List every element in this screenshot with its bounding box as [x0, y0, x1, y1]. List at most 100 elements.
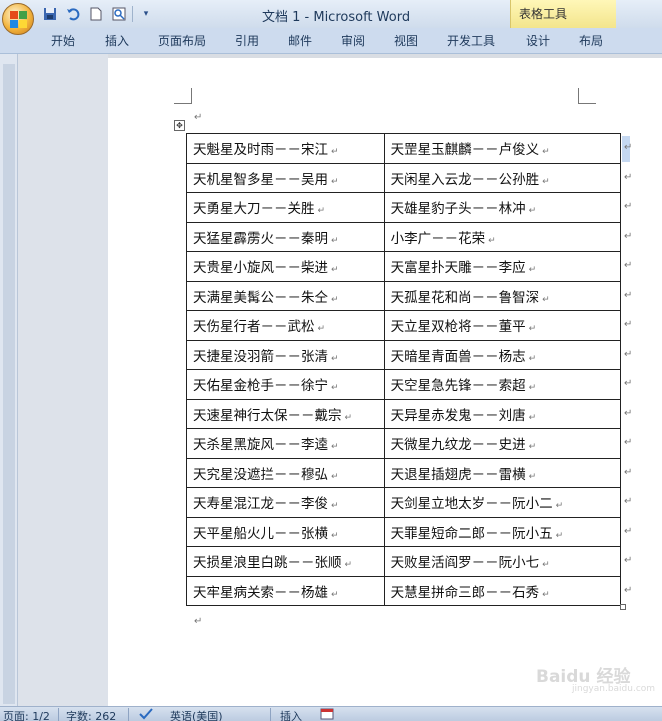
save-icon[interactable] [40, 5, 60, 23]
table-row: 天捷星没羽箭－－张清 ↵ 天暗星青面兽－－杨志 ↵ [186, 339, 622, 370]
cell-end-mark: ↵ [331, 147, 339, 158]
table-cell-left[interactable]: 天机星智多星－－吴用 ↵ [186, 162, 385, 193]
table-cell-left[interactable]: 天捷星没羽箭－－张清 ↵ [186, 339, 385, 370]
row-end-mark: ↵ [624, 260, 633, 271]
cell-text: 天机星智多星－－吴用 [193, 171, 328, 188]
cell-text: 天雄星豹子头－－林冲 [390, 201, 526, 218]
table-cell-left[interactable]: 天损星浪里白跳－－张顺 ↵ [186, 546, 385, 577]
cell-end-mark: ↵ [542, 176, 550, 187]
cell-text: 天慧星拼命三郎－－石秀 [390, 584, 540, 601]
cell-text: 天魁星及时雨－－宋江 [193, 142, 328, 159]
row-end-mark: ↵ [624, 584, 633, 596]
table-cell-right[interactable]: 天微星九纹龙－－史进 ↵ [383, 428, 622, 459]
tab-mailings[interactable]: 邮件 [288, 32, 312, 49]
print-preview-icon[interactable] [109, 5, 129, 23]
hero-table[interactable]: 天魁星及时雨－－宋江 ↵ 天罡星玉麒麟－－卢俊义 ↵ 天机星智多星－－吴用 ↵ 天闲星入云龙… [186, 133, 622, 606]
tab-view[interactable]: 视图 [394, 32, 418, 49]
cell-text: 天勇星大刀－－关胜 [193, 201, 315, 218]
cell-end-mark: ↵ [331, 294, 339, 305]
new-document-icon[interactable] [86, 5, 106, 23]
table-cell-left[interactable]: 天满星美髯公－－朱仝 ↵ [186, 280, 385, 311]
table-move-handle-icon[interactable]: ✥ [174, 120, 185, 131]
table-row: 天机星智多星－－吴用 ↵ 天闲星入云龙－－公孙胜 ↵ [186, 162, 622, 193]
margin-corner-top-right [578, 88, 596, 104]
table-row: 天贵星小旋风－－柴进 ↵ 天富星扑天雕－－李应 ↵ [186, 251, 622, 282]
table-cell-right[interactable]: 天罪星短命二郎－－阮小五 ↵ [383, 516, 622, 547]
cell-text: 天异星赤发鬼－－刘唐 [390, 407, 526, 424]
tab-layout[interactable]: 布局 [579, 32, 603, 49]
row-end-mark: ↵ [624, 171, 633, 183]
quick-access-toolbar: ▾ [40, 4, 156, 24]
table-cell-left[interactable]: 天牢星病关索－－杨雄 ↵ [186, 575, 385, 606]
cell-text: 天败星活阎罗－－阮小七 [390, 555, 540, 572]
document-page[interactable]: ↵ ✥ 天魁星及时雨－－宋江 ↵ 天罡星玉麒麟－－卢俊义 ↵ 天机星智多星－－吴用 ↵ 天闲… [108, 58, 662, 706]
table-cell-left[interactable]: 天勇星大刀－－关胜 ↵ [186, 192, 385, 223]
cell-text: 天捷星没羽箭－－张清 [193, 348, 328, 365]
tab-review[interactable]: 审阅 [341, 32, 365, 49]
tab-references[interactable]: 引用 [235, 32, 259, 49]
table-cell-left[interactable]: 天杀星黑旋风－－李逵 ↵ [186, 428, 385, 459]
cell-text: 天杀星黑旋风－－李逵 [193, 437, 328, 454]
row-end-mark: ↵ [624, 555, 633, 566]
macro-record-icon[interactable] [320, 708, 334, 721]
cell-end-mark: ↵ [555, 501, 564, 512]
cell-text: 天罡星玉麒麟－－卢俊义 [390, 142, 540, 159]
cell-end-mark: ↵ [542, 560, 550, 571]
status-insert-mode[interactable]: 插入 [280, 708, 302, 721]
cell-text: 天伤星行者－－武松 [193, 319, 315, 336]
spelling-check-icon[interactable] [138, 708, 154, 721]
customize-toolbar-icon[interactable]: ▾ [136, 5, 156, 23]
ruler-track [3, 64, 15, 704]
table-cell-right[interactable]: 天败星活阎罗－－阮小七 ↵ [383, 546, 622, 577]
row-end-mark: ↵ [624, 437, 633, 448]
status-language[interactable]: 英语(美国) [170, 708, 223, 721]
table-cell-left[interactable]: 天猛星霹雳火－－秦明 ↵ [186, 221, 385, 252]
table-cell-right[interactable]: 小李广－－花荣 ↵ [383, 221, 622, 252]
table-cell-right[interactable]: 天空星急先锋－－索超 ↵ [383, 369, 622, 400]
table-cell-left[interactable]: 天魁星及时雨－－宋江 ↵ [186, 133, 385, 164]
tab-developer[interactable]: 开发工具 [447, 32, 495, 49]
cell-text: 天贵星小旋风－－柴进 [193, 260, 328, 277]
cell-end-mark: ↵ [331, 589, 339, 600]
tab-page-layout[interactable]: 页面布局 [158, 32, 206, 49]
tab-insert[interactable]: 插入 [105, 32, 129, 49]
table-cell-right[interactable]: 天雄星豹子头－－林冲 ↵ [383, 192, 622, 223]
tab-design[interactable]: 设计 [526, 32, 550, 49]
cell-end-mark: ↵ [331, 176, 339, 187]
table-cell-left[interactable]: 天平星船火儿－－张横 ↵ [186, 516, 385, 547]
cell-text: 小李广－－花荣 [390, 230, 486, 247]
table-cell-right[interactable]: 天暗星青面兽－－杨志 ↵ [383, 339, 622, 370]
table-cell-left[interactable]: 天伤星行者－－武松 ↵ [186, 310, 385, 341]
baidu-watermark: Baidu 经验 jingyan.baidu.com [508, 660, 658, 700]
status-page[interactable]: 页面: 1/2 [3, 708, 50, 721]
undo-icon[interactable] [63, 5, 83, 23]
table-cell-left[interactable]: 天寿星混江龙－－李俊 ↵ [186, 487, 385, 518]
table-cell-left[interactable]: 天贵星小旋风－－柴进 ↵ [186, 251, 385, 282]
table-cell-right[interactable]: 天孤星花和尚－－鲁智深 ↵ [383, 280, 622, 311]
table-resize-handle[interactable] [620, 604, 626, 610]
table-cell-right[interactable]: 天立星双枪将－－董平 ↵ [383, 310, 622, 341]
margin-corner-top-left [174, 88, 192, 104]
table-row: 天损星浪里白跳－－张顺 ↵ 天败星活阎罗－－阮小七 ↵ [186, 546, 622, 577]
table-cell-right[interactable]: 天异星赤发鬼－－刘唐 ↵ [383, 398, 622, 429]
table-cell-right[interactable]: 天剑星立地太岁－－阮小二 ↵ [383, 487, 622, 518]
table-cell-left[interactable]: 天佑星金枪手－－徐宁 ↵ [186, 369, 385, 400]
row-end-mark: ↵ [624, 142, 633, 153]
table-cell-right[interactable]: 天罡星玉麒麟－－卢俊义 ↵ [383, 133, 622, 164]
cell-end-mark: ↵ [528, 383, 537, 394]
cell-text: 天立星双枪将－－董平 [390, 319, 526, 336]
toolbar-separator [132, 6, 133, 22]
table-row: 天勇星大刀－－关胜 ↵ 天雄星豹子头－－林冲 ↵ [186, 192, 622, 223]
table-cell-left[interactable]: 天究星没遮拦－－穆弘 ↵ [186, 457, 385, 488]
table-cell-left[interactable]: 天速星神行太保－－戴宗 ↵ [186, 398, 385, 429]
cell-end-mark: ↵ [542, 294, 550, 305]
vertical-ruler[interactable] [0, 54, 18, 706]
table-cell-right[interactable]: 天慧星拼命三郎－－石秀 ↵ [383, 575, 622, 606]
table-cell-right[interactable]: 天富星扑天雕－－李应 ↵ [383, 251, 622, 282]
office-button[interactable] [2, 3, 34, 35]
tab-home[interactable]: 开始 [51, 32, 75, 49]
table-row: 天杀星黑旋风－－李逵 ↵ 天微星九纹龙－－史进 ↵ [186, 428, 622, 459]
table-cell-right[interactable]: 天退星插翅虎－－雷横 ↵ [383, 457, 622, 488]
status-word-count[interactable]: 字数: 262 [66, 708, 116, 721]
table-cell-right[interactable]: 天闲星入云龙－－公孙胜 ↵ [383, 162, 622, 193]
